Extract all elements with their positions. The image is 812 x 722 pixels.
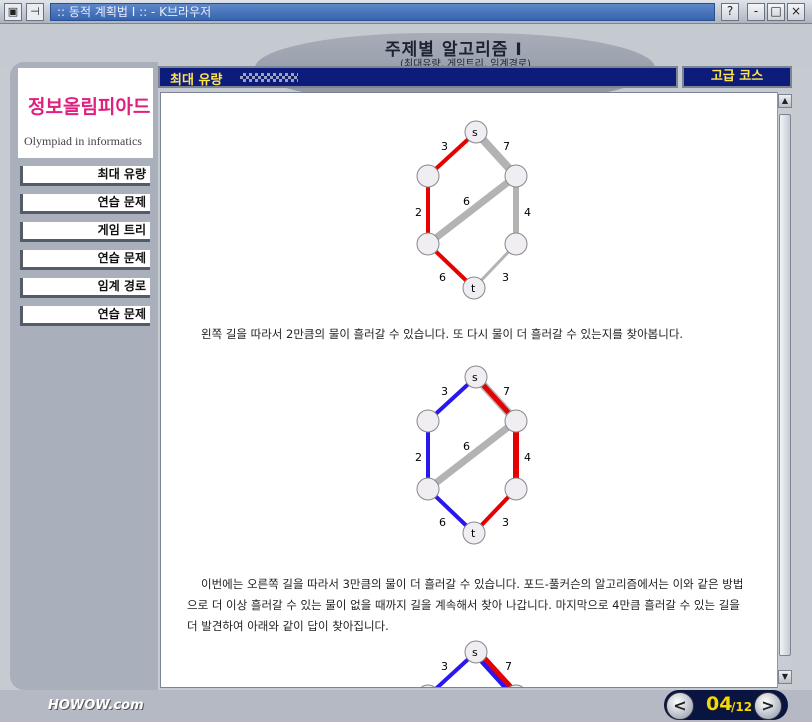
svg-text:t: t [471,282,476,295]
next-page-button[interactable]: > [754,692,782,720]
svg-text:4: 4 [524,451,531,464]
svg-text:7: 7 [503,385,510,398]
scroll-up-arrow-icon[interactable]: ▲ [778,94,792,108]
svg-text:3: 3 [502,516,509,529]
svg-text:3: 3 [441,140,448,153]
howow-logo[interactable]: HOWOW.com [48,698,144,713]
flow-graph-1: s t 3 7 2 6 4 6 3 [415,120,531,300]
svg-text:6: 6 [439,516,446,529]
sidebar-item-critical-path[interactable]: 임계 경로 [20,278,150,298]
scroll-thumb[interactable] [779,114,791,656]
window-title: :: 동적 계획법 I :: - K브라우저 [50,3,715,21]
content-area: s t 3 7 2 6 4 6 3 왼쪽 길을 따라서 2만큼의 물이 흘러갈 … [160,92,792,688]
checker-decoration [240,73,298,82]
svg-text:6: 6 [463,195,470,208]
help-button[interactable]: ? [721,3,739,21]
svg-text:3: 3 [441,385,448,398]
title-bar: ▣ ⊣ :: 동적 계획법 I :: - K브라우저 ? - □ × [0,0,812,24]
close-button[interactable]: × [787,3,805,21]
scroll-down-arrow-icon[interactable]: ▼ [778,670,792,684]
maximize-button[interactable]: □ [767,3,785,21]
sidebar-item-max-flow[interactable]: 최대 유량 [20,166,150,186]
pin-icon[interactable]: ⊣ [26,3,44,21]
olympiad-logo[interactable]: 정보올림피아드 Olympiad in informatics [18,68,153,158]
page-current: 04 [706,693,733,715]
minimize-button[interactable]: - [747,3,765,21]
section-header: 최대 유량 [158,66,678,88]
svg-text:s: s [472,126,478,139]
flow-graph-2: s t 3 7 2 6 4 6 3 [415,365,531,545]
svg-text:7: 7 [505,660,512,673]
svg-text:s: s [472,371,478,384]
browser-window: ▣ ⊣ :: 동적 계획법 I :: - K브라우저 ? - □ × 주제별 알… [0,0,812,722]
sidebar-item-game-tree[interactable]: 게임 트리 [20,222,150,242]
sidebar-item-exercise-1[interactable]: 연습 문제 [20,194,150,214]
browser-app-icon[interactable]: ▣ [4,3,22,21]
svg-text:s: s [472,646,478,659]
svg-text:2: 2 [415,451,422,464]
logo-korean-text: 정보올림피아드 [28,96,151,118]
paragraph-1: 왼쪽 길을 따라서 2만큼의 물이 흘러갈 수 있습니다. 또 다시 물이 더 … [201,327,684,341]
prev-page-button[interactable]: < [666,692,694,720]
course-label: 고급 코스 [682,66,792,88]
flow-graph-3: s 3 7 [420,640,524,687]
vertical-scrollbar[interactable]: ▲ ▼ [777,92,792,688]
svg-text:7: 7 [503,140,510,153]
svg-text:6: 6 [463,440,470,453]
section-title: 최대 유량 [170,73,223,88]
svg-text:3: 3 [441,660,448,673]
sidebar-item-exercise-2[interactable]: 연습 문제 [20,250,150,270]
page-total: /12 [731,700,753,714]
paragraph-2: 이번에는 오른쪽 길을 따라서 3만큼의 물이 더 흘러갈 수 있습니다. 포드… [187,577,744,633]
sidebar-item-exercise-3[interactable]: 연습 문제 [20,306,150,326]
svg-text:4: 4 [524,206,531,219]
logo-english-text: Olympiad in informatics [24,134,142,148]
svg-text:2: 2 [415,206,422,219]
svg-text:6: 6 [439,271,446,284]
top-banner: 주제별 알고리즘 I (최대유량, 게임트리, 임계경로) [0,25,812,103]
svg-text:t: t [471,527,476,540]
svg-text:3: 3 [502,271,509,284]
